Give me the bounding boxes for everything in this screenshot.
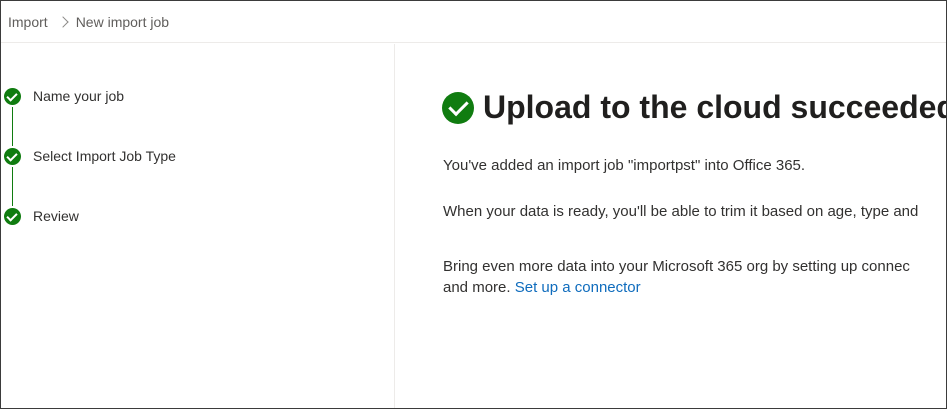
data-ready-text: When your data is ready, you'll be able … bbox=[443, 203, 919, 220]
breadcrumb: Import New import job bbox=[1, 1, 946, 43]
breadcrumb-current: New import job bbox=[75, 13, 170, 30]
step-label: Review bbox=[33, 208, 79, 224]
step-connector bbox=[12, 167, 13, 206]
breadcrumb-import-link[interactable]: Import bbox=[8, 14, 48, 30]
set-up-connector-link[interactable]: Set up a connector bbox=[515, 279, 641, 296]
connector-info-continuation: and more. Set up a connector bbox=[443, 277, 641, 298]
check-circle-icon bbox=[442, 91, 474, 124]
wizard-steps-pane: Name your job Select Import Job Type Rev… bbox=[1, 44, 395, 408]
check-circle-icon bbox=[4, 148, 21, 165]
import-job-added-text: You've added an import job "importpst" i… bbox=[443, 157, 806, 174]
chevron-right-icon bbox=[57, 15, 69, 28]
connector-info-prefix: and more. bbox=[443, 279, 511, 296]
main-content: Upload to the cloud succeeded You've add… bbox=[395, 44, 946, 408]
connector-info-text: Bring even more data into your Microsoft… bbox=[443, 258, 910, 275]
step-label: Select Import Job Type bbox=[33, 148, 176, 164]
page-title: Upload to the cloud succeeded bbox=[483, 89, 946, 125]
step-label: Name your job bbox=[33, 88, 125, 104]
success-header: Upload to the cloud succeeded bbox=[442, 89, 946, 126]
check-circle-icon bbox=[4, 208, 21, 225]
step-connector bbox=[12, 107, 13, 146]
check-circle-icon bbox=[4, 88, 21, 105]
